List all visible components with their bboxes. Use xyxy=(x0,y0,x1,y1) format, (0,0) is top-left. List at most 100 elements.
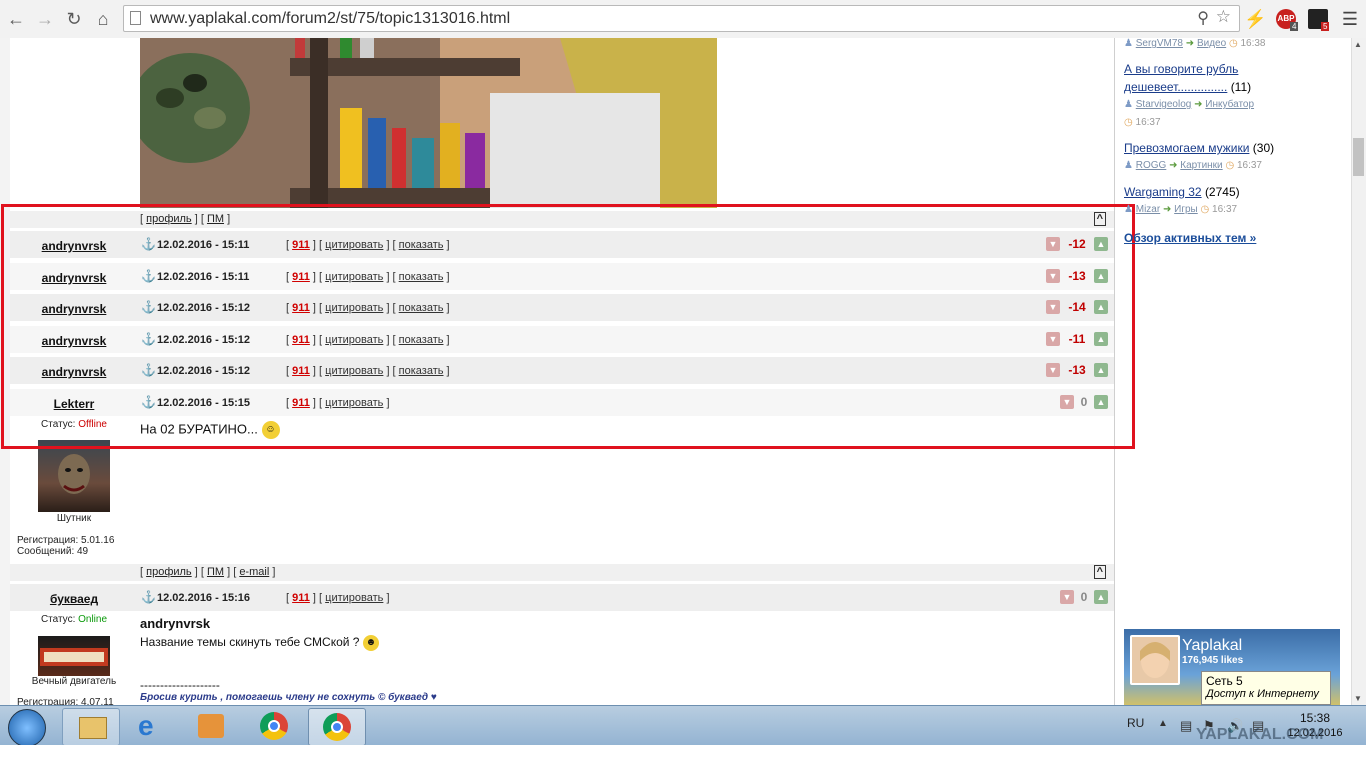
post-body: Название темы скинуть тебе СМСкой ? ☻ xyxy=(140,635,379,651)
url-text[interactable]: www.yaplakal.com/forum2/st/75/topic13130… xyxy=(150,10,510,28)
fb-page-name: Yaplakal xyxy=(1182,637,1243,654)
folder-icon xyxy=(79,717,107,739)
forward-arrow-icon[interactable]: → xyxy=(35,9,55,29)
chrome-taskbar-button[interactable] xyxy=(246,708,302,744)
back-arrow-icon[interactable]: ← xyxy=(6,9,26,29)
signature-separator: -------------------- xyxy=(140,678,220,692)
thumb-up-icon[interactable]: ▲ xyxy=(1094,590,1108,604)
arrow-right-icon: ➜ xyxy=(1169,160,1178,171)
arrow-right-icon: ➜ xyxy=(1194,99,1203,110)
extension-count-badge: 5 xyxy=(1321,22,1330,31)
ie-taskbar-button[interactable]: e xyxy=(124,708,180,744)
page-avatar xyxy=(1130,635,1180,685)
post-text: Название темы скинуть тебе СМСкой ? xyxy=(140,635,360,650)
topic-category-link[interactable]: Видео xyxy=(1197,38,1226,49)
email-link[interactable]: e-mail xyxy=(239,566,269,578)
topic-post-count: (30) xyxy=(1252,141,1275,155)
topic-meta: ♟ ROGG ➜ Картинки ◷ 16:37 xyxy=(1124,160,1262,171)
topic-author-link[interactable]: Starvigeolog xyxy=(1136,99,1192,110)
media-player-taskbar-button[interactable] xyxy=(184,708,240,744)
topic-author-link[interactable]: ROGG xyxy=(1136,160,1167,171)
status-value: Online xyxy=(78,614,108,625)
address-bar[interactable]: www.yaplakal.com/forum2/st/75/topic13130… xyxy=(123,5,1240,32)
profile-pm-email-links: [ профиль ] [ ПМ ] [ e-mail ] xyxy=(140,566,276,578)
chrome-icon-center xyxy=(331,721,343,733)
menu-icon[interactable]: ☰ xyxy=(1340,9,1360,29)
topic-category-link[interactable]: Игры xyxy=(1174,204,1198,215)
watermark: YAPLAKAL.COM xyxy=(1196,726,1324,743)
tooltip-access: Доступ к Интернету xyxy=(1206,688,1319,700)
quoted-username: andrynvrsk xyxy=(140,616,211,631)
media-player-icon xyxy=(198,714,224,738)
explorer-taskbar-button[interactable] xyxy=(62,708,120,746)
clock-time[interactable]: 15:38 xyxy=(1285,711,1345,725)
active-topics-overview-link[interactable]: Обзор активных тем » xyxy=(1124,231,1256,245)
status-label: Статус: xyxy=(40,614,76,625)
topic-title-link[interactable]: Превозмогаем мужики xyxy=(1124,141,1249,155)
zoom-search-icon[interactable]: ⚲ xyxy=(1197,8,1209,28)
clock-icon: ◷ xyxy=(1200,204,1210,215)
chrome-icon-center xyxy=(268,720,280,732)
report-911-link[interactable]: 911 xyxy=(292,592,310,604)
anchor-icon[interactable]: ⚓ xyxy=(141,590,156,604)
chrome-icon xyxy=(260,712,288,740)
start-button-icon[interactable] xyxy=(8,709,46,747)
thumb-down-icon[interactable]: ▼ xyxy=(1060,590,1074,604)
clock-icon: ◷ xyxy=(1228,38,1238,49)
topic-time: 16:37 xyxy=(1135,117,1161,128)
bottom-strip xyxy=(0,745,1366,768)
language-indicator[interactable]: RU xyxy=(1127,716,1144,730)
bookmark-star-icon[interactable]: ☆ xyxy=(1216,7,1231,27)
avatar-face-icon xyxy=(58,454,90,494)
quote-link[interactable]: цитировать xyxy=(325,592,383,604)
fb-likes: 176,945 likes xyxy=(1182,655,1244,666)
topic-title-link[interactable]: дешевеет............... xyxy=(1124,80,1227,94)
post-username[interactable]: букваед xyxy=(10,592,138,606)
tooltip-network: Сеть 5 xyxy=(1206,674,1243,688)
topic-category-link[interactable]: Картинки xyxy=(1180,160,1222,171)
avatar[interactable] xyxy=(38,636,110,676)
user-icon: ♟ xyxy=(1124,204,1133,215)
post-links: [ 911 ] [ цитировать ] xyxy=(286,592,390,604)
topic-author-link[interactable]: Mizar xyxy=(1136,204,1160,215)
topic-time: 16:37 xyxy=(1212,204,1238,215)
avatar[interactable] xyxy=(38,440,110,512)
arrow-right-icon: ➜ xyxy=(1162,204,1172,215)
topic-category-link[interactable]: Инкубатор xyxy=(1205,99,1254,110)
topic-meta: ♟ Starvigeolog ➜ Инкубатор xyxy=(1124,99,1254,110)
pm-link[interactable]: ПМ xyxy=(207,566,224,578)
scroll-up-icon[interactable]: ▲ xyxy=(1354,40,1362,49)
user-rank: Шутник xyxy=(56,513,92,524)
signature: Бросив курить , помогаешь члену не сохну… xyxy=(140,692,437,703)
user-registration: Регистрация: 5.01.16 xyxy=(17,535,115,546)
chrome-active-taskbar-button[interactable] xyxy=(308,708,366,746)
reload-icon[interactable]: ↻ xyxy=(64,9,84,29)
topic-meta: ♟ SergVM78 ➜ Видео ◷ 16:38 xyxy=(1124,38,1266,49)
bolt-extension-icon[interactable]: ⚡ xyxy=(1244,9,1266,29)
profile-link[interactable]: профиль xyxy=(146,566,192,578)
tray-expand-icon[interactable]: ▲ xyxy=(1158,718,1168,729)
topic-meta-time: ◷ 16:37 xyxy=(1124,117,1161,128)
chrome-icon xyxy=(323,713,351,741)
home-icon[interactable]: ⌂ xyxy=(93,9,113,29)
topic-entry: Превозмогаем мужики (30) xyxy=(1124,141,1274,155)
user-message-count: Сообщений: 49 xyxy=(17,546,89,557)
topic-author-link[interactable]: SergVM78 xyxy=(1136,38,1183,49)
topic-title-link[interactable]: А вы говорите рубль xyxy=(1124,62,1238,76)
topic-title-link[interactable]: Wargaming 32 xyxy=(1124,185,1202,199)
clock-icon: ◷ xyxy=(1124,117,1133,128)
user-rank: Вечный двигатель xyxy=(31,676,117,687)
face-icon xyxy=(1140,642,1170,678)
internet-explorer-icon: e xyxy=(138,710,154,741)
topic-meta: ♟ Mizar ➜ Игры ◷ 16:37 xyxy=(1124,204,1237,215)
topic-post-count: (11) xyxy=(1230,80,1252,94)
user-icon: ♟ xyxy=(1124,160,1133,171)
scrollbar-thumb[interactable] xyxy=(1353,138,1364,176)
tray-app-icon[interactable]: ▤ xyxy=(1180,718,1192,734)
scroll-down-icon[interactable]: ▼ xyxy=(1354,694,1362,703)
user-status: Статус: Online xyxy=(10,614,138,625)
post-action-bar: [ профиль ] [ ПМ ] [ e-mail ] ^ xyxy=(10,564,1114,581)
to-top-button[interactable]: ^ xyxy=(1093,565,1106,579)
post-header-row: букваед ⚓ 12.02.2016 - 15:16 [ 911 ] [ ц… xyxy=(10,584,1114,613)
clock-icon: ◷ xyxy=(1225,160,1235,171)
